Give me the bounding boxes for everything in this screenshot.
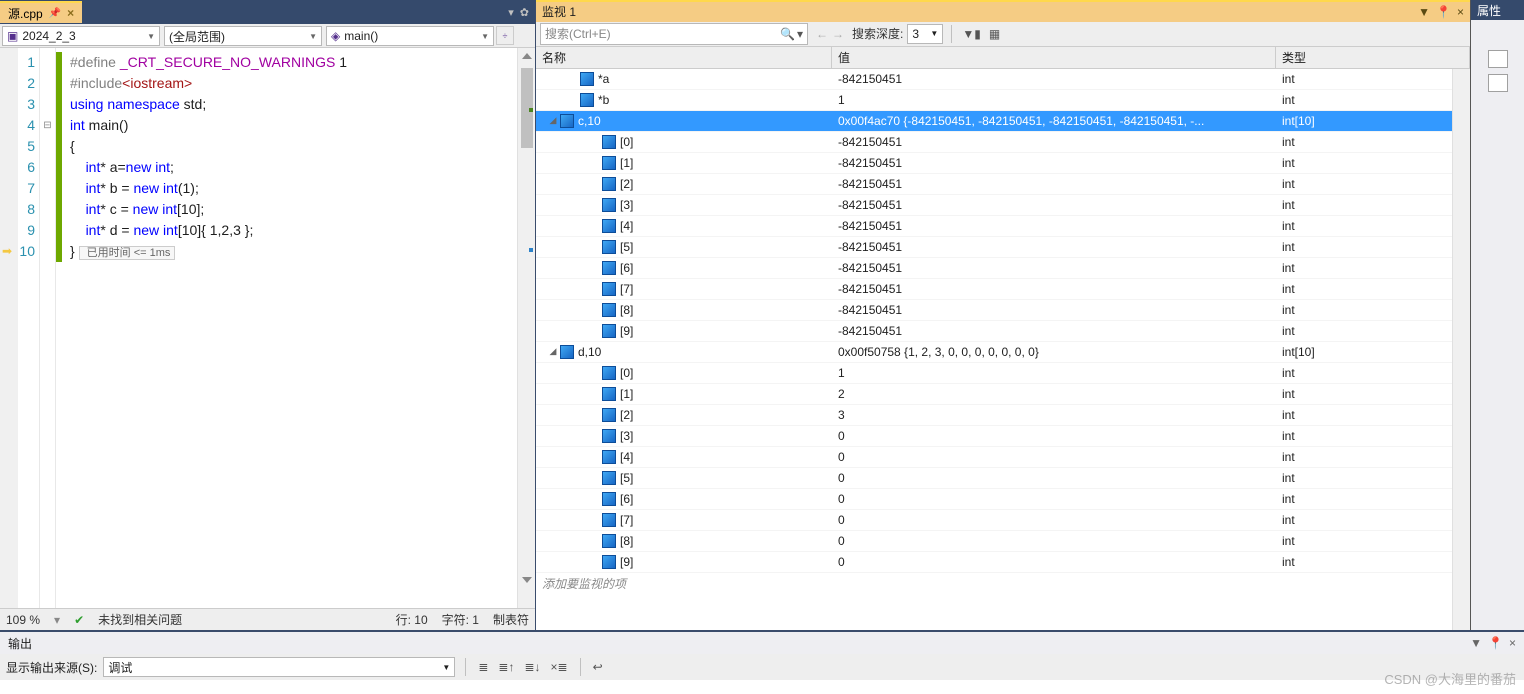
output-toolbar: 显示输出来源(S): 调试▼ ≣ ≣↑ ≣↓ ×≣ ↩ xyxy=(0,654,1524,680)
filter-icon[interactable]: ▼▮ xyxy=(960,27,982,41)
editor-navigation-bar: ▣2024_2_3▼ (全局范围)▼ ◈main()▼ ÷ xyxy=(0,24,535,48)
status-line: 行: 10 xyxy=(396,611,428,628)
scope-combo[interactable]: (全局范围)▼ xyxy=(164,26,322,46)
line-numbers: 12345678910 xyxy=(18,48,39,608)
watch-row[interactable]: [5]0int xyxy=(536,468,1452,489)
watch-row[interactable]: [8]0int xyxy=(536,531,1452,552)
project-combo[interactable]: ▣2024_2_3▼ xyxy=(2,26,160,46)
close-icon[interactable]: × xyxy=(67,6,74,20)
pin-icon[interactable]: 📍 xyxy=(1488,636,1503,650)
gear-icon[interactable]: ✿ xyxy=(520,6,529,19)
watch-panel: 监视 1 ▼ 📍 × 搜索(Ctrl+E) 🔍▾ ← → 搜索深度: 3▼ ▼▮… xyxy=(536,0,1470,630)
breakpoint-margin[interactable]: ➡ xyxy=(0,48,18,608)
col-value[interactable]: 值 xyxy=(832,47,1276,68)
pin-icon[interactable]: 📌 xyxy=(49,8,61,19)
tab-title: 源.cpp xyxy=(8,5,43,22)
watch-row[interactable]: [0]-842150451int xyxy=(536,132,1452,153)
watch-row[interactable]: [1]2int xyxy=(536,384,1452,405)
code-editor-panel: 源.cpp 📌 × ▾ ✿ ▣2024_2_3▼ (全局范围)▼ ◈main()… xyxy=(0,0,536,630)
watch-row[interactable]: [4]0int xyxy=(536,447,1452,468)
close-icon[interactable]: × xyxy=(1457,5,1464,19)
close-icon[interactable]: × xyxy=(1509,636,1516,650)
watch-row[interactable]: [7]-842150451int xyxy=(536,279,1452,300)
watch-row[interactable]: [3]0int xyxy=(536,426,1452,447)
watch-row[interactable]: [8]-842150451int xyxy=(536,300,1452,321)
watch-row[interactable]: [2]-842150451int xyxy=(536,174,1452,195)
col-name[interactable]: 名称 xyxy=(536,47,832,68)
watch-row[interactable]: ◢d,100x00f50758 {1, 2, 3, 0, 0, 0, 0, 0,… xyxy=(536,342,1452,363)
depth-label: 搜索深度: xyxy=(852,25,903,42)
zoom-level[interactable]: 109 % xyxy=(6,613,40,627)
watch-row[interactable]: [3]-842150451int xyxy=(536,195,1452,216)
output-source-label: 显示输出来源(S): xyxy=(6,659,97,676)
watch-title: 监视 1 xyxy=(542,3,576,20)
col-type[interactable]: 类型 xyxy=(1276,47,1470,68)
nav-fwd-icon[interactable]: → xyxy=(832,27,844,41)
watch-row[interactable]: *a-842150451int xyxy=(536,69,1452,90)
status-tabs: 制表符 xyxy=(493,611,529,628)
editor-tab-bar: 源.cpp 📌 × ▾ ✿ xyxy=(0,0,535,24)
window-position-icon[interactable]: ▼ xyxy=(1470,636,1482,650)
watch-row[interactable]: *b1int xyxy=(536,90,1452,111)
watch-row[interactable]: [4]-842150451int xyxy=(536,216,1452,237)
properties-title[interactable]: 属性 xyxy=(1471,0,1524,20)
editor-status-bar: 109 % ▾ ✔ 未找到相关问题 行: 10 字符: 1 制表符 xyxy=(0,608,535,630)
vertical-scrollbar[interactable] xyxy=(517,48,535,608)
output-title: 输出 xyxy=(8,635,32,652)
clear-icon[interactable]: ×≣ xyxy=(549,660,570,674)
watch-scrollbar[interactable] xyxy=(1452,69,1470,630)
output-panel: 输出 ▼ 📍 × 显示输出来源(S): 调试▼ ≣ ≣↑ ≣↓ ×≣ ↩ xyxy=(0,630,1524,694)
watch-row[interactable]: [7]0int xyxy=(536,510,1452,531)
watch-row[interactable]: [9]0int xyxy=(536,552,1452,573)
nav-back-icon[interactable]: ← xyxy=(816,27,828,41)
watch-row[interactable]: [9]-842150451int xyxy=(536,321,1452,342)
search-icon[interactable]: 🔍 xyxy=(780,27,795,41)
depth-combo[interactable]: 3▼ xyxy=(907,24,943,44)
alphabetical-icon[interactable] xyxy=(1488,74,1508,92)
output-title-bar[interactable]: 输出 ▼ 📍 × xyxy=(0,632,1524,654)
watch-row[interactable]: [0]1int xyxy=(536,363,1452,384)
columns-icon[interactable]: ▦ xyxy=(987,27,1002,41)
editor-area[interactable]: ➡ 12345678910 ⊟ #define _CRT_SECURE_NO_W… xyxy=(0,48,535,608)
goto-icon[interactable]: ≣ xyxy=(476,660,490,674)
status-message: 未找到相关问题 xyxy=(98,611,182,628)
watch-row[interactable]: [2]3int xyxy=(536,405,1452,426)
next-icon[interactable]: ≣↓ xyxy=(522,660,542,674)
wrap-icon[interactable]: ↩ xyxy=(591,660,605,674)
categorized-icon[interactable] xyxy=(1488,50,1508,68)
watch-body[interactable]: *a-842150451int*b1int◢c,100x00f4ac70 {-8… xyxy=(536,69,1452,573)
watch-header: 名称 值 类型 xyxy=(536,47,1470,69)
watch-row[interactable]: [6]-842150451int xyxy=(536,258,1452,279)
watch-row[interactable]: [5]-842150451int xyxy=(536,237,1452,258)
watch-search-input[interactable]: 搜索(Ctrl+E) 🔍▾ xyxy=(540,23,808,45)
ok-icon: ✔ xyxy=(74,613,84,627)
properties-panel: 属性 xyxy=(1470,0,1524,630)
watch-title-bar[interactable]: 监视 1 ▼ 📍 × xyxy=(536,0,1470,22)
pin-icon[interactable]: 📍 xyxy=(1436,5,1451,19)
add-watch-hint[interactable]: 添加要监视的项 xyxy=(536,573,1452,594)
watch-toolbar: 搜索(Ctrl+E) 🔍▾ ← → 搜索深度: 3▼ ▼▮ ▦ xyxy=(536,22,1470,47)
fold-margin[interactable]: ⊟ xyxy=(40,48,56,608)
code-text[interactable]: #define _CRT_SECURE_NO_WARNINGS 1#includ… xyxy=(62,48,517,608)
output-source-combo[interactable]: 调试▼ xyxy=(103,657,455,677)
watch-row[interactable]: ◢c,100x00f4ac70 {-842150451, -842150451,… xyxy=(536,111,1452,132)
status-char: 字符: 1 xyxy=(442,611,479,628)
prev-icon[interactable]: ≣↑ xyxy=(496,660,516,674)
current-line-arrow-icon: ➡ xyxy=(2,244,18,258)
split-button[interactable]: ÷ xyxy=(496,26,514,45)
watch-row[interactable]: [1]-842150451int xyxy=(536,153,1452,174)
window-position-icon[interactable]: ▼ xyxy=(1418,5,1430,19)
editor-tab-source[interactable]: 源.cpp 📌 × xyxy=(0,1,82,23)
function-combo[interactable]: ◈main()▼ xyxy=(326,26,494,46)
watch-row[interactable]: [6]0int xyxy=(536,489,1452,510)
dropdown-icon[interactable]: ▾ xyxy=(508,6,514,19)
